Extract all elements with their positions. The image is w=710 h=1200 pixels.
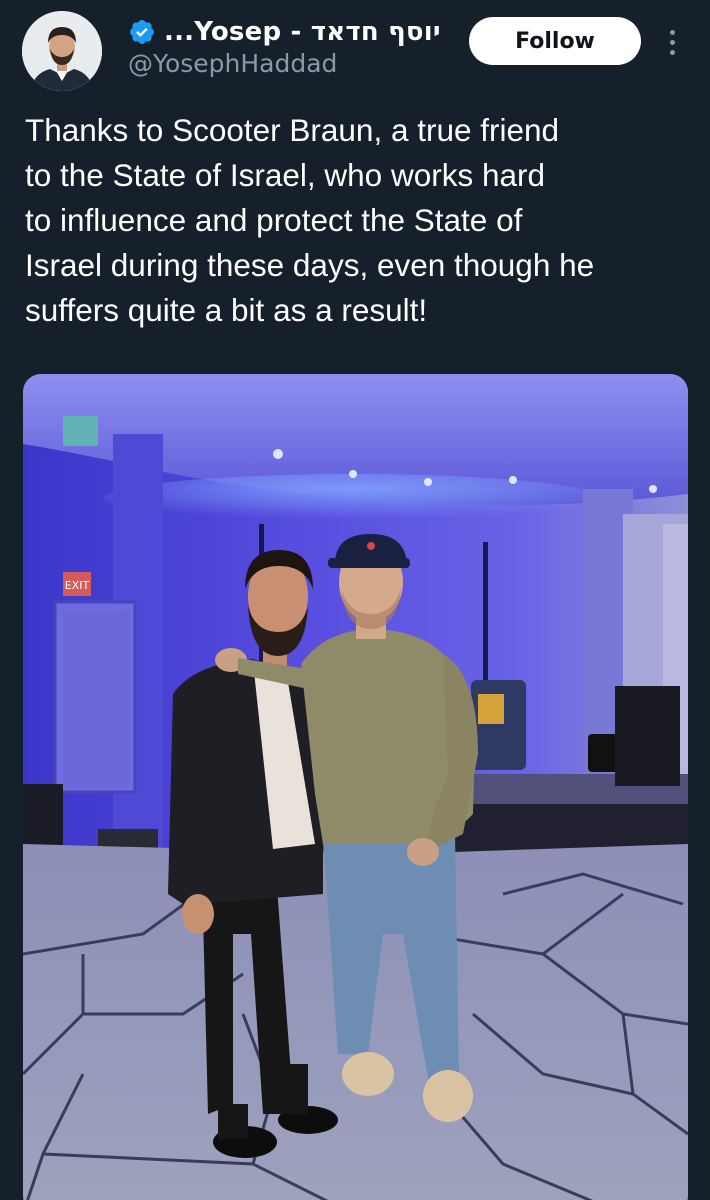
tweet-card: ...Yosep - יוסף חדאד @YosephHaddad Follo… — [0, 0, 710, 1200]
more-dot — [669, 39, 675, 45]
tweet-text: Thanks to Scooter Braun, a true friend t… — [25, 112, 595, 328]
exit-sign-text: EXIT — [65, 579, 90, 592]
author-handle[interactable]: @YosephHaddad — [128, 49, 337, 78]
photo-scene: EXIT — [23, 374, 688, 1200]
avatar[interactable] — [22, 11, 102, 91]
more-vertical-icon[interactable] — [661, 24, 683, 60]
more-dot — [669, 29, 675, 35]
verified-badge-icon — [130, 20, 154, 44]
author-name-row[interactable]: ...Yosep - יוסף חדאד — [128, 14, 441, 50]
avatar-photo — [22, 11, 102, 91]
more-dot — [669, 49, 675, 55]
tweet-photo[interactable]: EXIT — [23, 374, 688, 1200]
follow-button[interactable]: Follow — [469, 17, 641, 65]
author-display-name: ...Yosep - יוסף חדאד — [164, 17, 441, 47]
